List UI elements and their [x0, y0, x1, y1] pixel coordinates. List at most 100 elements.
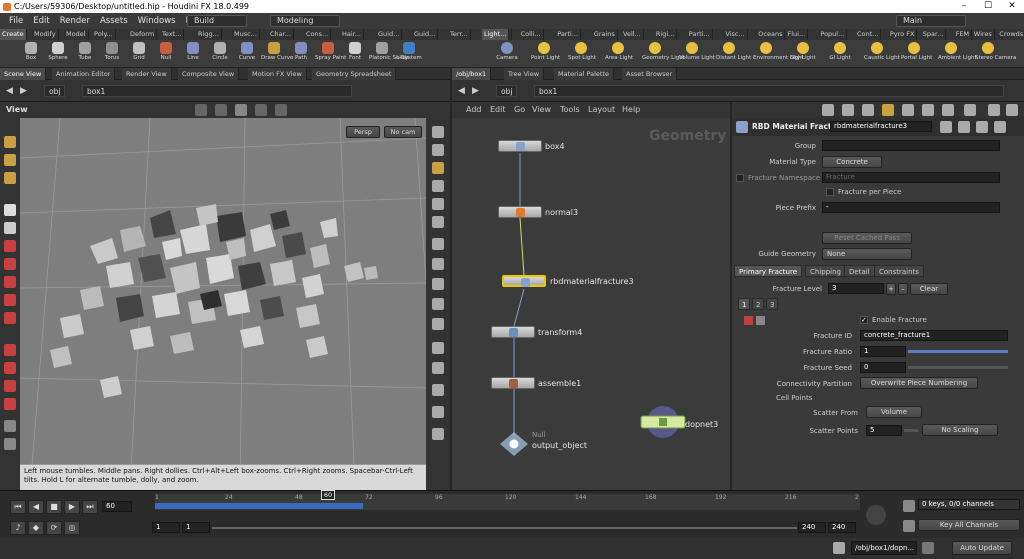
search-icon[interactable] — [988, 104, 1000, 116]
tool-spray-paint-button[interactable]: Spray Paint — [315, 42, 346, 68]
shelf-tab-right-10[interactable]: Popul... — [818, 29, 848, 40]
gear-icon[interactable] — [940, 121, 952, 133]
forward-arrow-icon[interactable]: ▶ — [472, 86, 479, 96]
scale-icon[interactable] — [4, 276, 16, 288]
back-arrow-icon[interactable]: ◀ — [458, 86, 465, 96]
shelf-tab-13[interactable]: Terr... — [448, 29, 471, 40]
menu-render[interactable]: Render — [55, 16, 95, 26]
grid-icon[interactable] — [432, 384, 444, 396]
ghost-icon[interactable] — [432, 180, 444, 192]
audio-icon[interactable]: ♪ — [10, 521, 26, 535]
search-parm-icon[interactable] — [976, 121, 988, 133]
shelf-tab-0[interactable]: Create — [0, 29, 27, 40]
network-pane-tab-1[interactable]: Tree View — [504, 68, 545, 80]
main-desktop-selector[interactable]: Main — [896, 15, 966, 27]
shelf-tab-12[interactable]: Guid... — [412, 29, 439, 40]
camera-view-icon[interactable] — [432, 362, 444, 374]
shelf-tab-right-7[interactable]: Visc... — [723, 29, 748, 40]
back-arrow-icon[interactable]: ◀ — [6, 86, 13, 96]
keys-icon[interactable] — [903, 500, 915, 512]
render-icon[interactable] — [275, 104, 287, 116]
chat-icon[interactable] — [833, 542, 845, 554]
jump-end-icon[interactable]: ⏭ — [82, 500, 98, 514]
tool-environment-light-button[interactable]: Environment Light — [753, 42, 804, 68]
tool-null-button[interactable]: Null — [153, 42, 179, 68]
node-transform[interactable] — [491, 326, 535, 338]
tab-detail[interactable]: Detail — [844, 265, 875, 277]
global-icon[interactable]: ◎ — [64, 521, 80, 535]
point-icon[interactable] — [432, 238, 444, 250]
pane-tab-5[interactable]: Geometry Spreadsheet — [312, 68, 397, 80]
tool-path-button[interactable]: Path — [288, 42, 314, 68]
node-box[interactable] — [498, 140, 542, 152]
level-tab-2[interactable]: 2 — [752, 298, 765, 310]
range-end-field-2[interactable]: 240 — [828, 522, 856, 533]
timeline-ruler[interactable]: 60 1 24 48 72 96 120 144 168 192 216 2 — [155, 490, 860, 510]
shelf-tab-right-5[interactable]: Rigi... — [654, 29, 678, 40]
view-icon[interactable] — [4, 172, 16, 184]
network-pane-tab-0[interactable]: /obj/box1 — [452, 68, 492, 80]
shelf-tab-right-12[interactable]: Pyro FX — [888, 29, 918, 40]
fracture-namespace-field[interactable]: Fracture — [822, 172, 1000, 183]
scatter-points-slider[interactable] — [904, 429, 918, 432]
magnet-icon[interactable] — [4, 398, 16, 410]
knob-icon[interactable] — [866, 505, 886, 525]
current-frame-marker[interactable]: 60 — [321, 490, 335, 500]
handle-tool-icon[interactable] — [4, 294, 16, 306]
abc-icon[interactable] — [432, 428, 444, 440]
shelf-tab-right-14[interactable]: FEM — [954, 29, 973, 40]
flag-icon[interactable] — [882, 104, 894, 116]
tool-stereo-camera-button[interactable]: Stereo Camera — [975, 42, 1016, 68]
tool-gi-light-button[interactable]: GI Light — [827, 42, 853, 68]
tool-sphere-button[interactable]: Sphere — [45, 42, 71, 68]
vertex-icon[interactable] — [432, 258, 444, 270]
pane-tab-1[interactable]: Animation Editor — [52, 68, 116, 80]
network-menu-view[interactable]: View — [532, 105, 551, 114]
number-icon[interactable] — [432, 298, 444, 310]
shelf-tab-5[interactable]: Text... — [160, 29, 185, 40]
tool-curve-button[interactable]: Curve — [234, 42, 260, 68]
step-back-icon[interactable]: ◀ — [28, 500, 44, 514]
light-icon[interactable] — [432, 144, 444, 156]
shelf-tab-right-6[interactable]: Parti... — [687, 29, 713, 40]
shelf-tab-9[interactable]: Cons... — [304, 29, 332, 40]
shelf-tab-11[interactable]: Guid... — [376, 29, 403, 40]
tool-distant-light-button[interactable]: Distant Light — [716, 42, 751, 68]
breadcrumb-obj[interactable]: obj — [44, 85, 66, 97]
fracture-id-field[interactable]: concrete_fracture1 — [860, 330, 1008, 341]
shelf-tab-right-15[interactable]: Wires — [972, 29, 995, 40]
add-level-button[interactable]: + — [886, 283, 896, 295]
flipbook-icon[interactable] — [4, 438, 16, 450]
breadcrumb-geo[interactable]: box1 — [82, 85, 352, 97]
remove-level-button[interactable]: – — [898, 283, 908, 295]
network-menu-help[interactable]: Help — [622, 105, 640, 114]
build-selector[interactable]: Build — [187, 15, 247, 27]
network-menu-tools[interactable]: Tools — [560, 105, 580, 114]
fracture-namespace-checkbox[interactable] — [736, 174, 744, 182]
play-icon[interactable]: ▶ — [64, 500, 80, 514]
network-menu-add[interactable]: Add — [466, 105, 482, 114]
tool-caustic-light-button[interactable]: Caustic Light — [864, 42, 900, 68]
tool-tube-button[interactable]: Tube — [72, 42, 98, 68]
cook-icon[interactable] — [922, 542, 934, 554]
transform-icon[interactable] — [4, 240, 16, 252]
maximize-icon[interactable]: ☐ — [976, 0, 1000, 13]
network-pane-tab-2[interactable]: Material Palette — [554, 68, 614, 80]
frame-field[interactable]: 60 — [102, 501, 132, 512]
info-parm-icon[interactable] — [994, 121, 1006, 133]
shading-icon[interactable] — [432, 126, 444, 138]
lightbulb-icon[interactable] — [432, 162, 444, 174]
pose-tool-icon[interactable] — [4, 312, 16, 324]
shelf-tab-4[interactable]: Deform — [128, 29, 158, 40]
camera-button[interactable]: No cam — [384, 126, 422, 138]
tool-camera-button[interactable]: Camera — [494, 42, 520, 68]
fracture-seed-slider[interactable] — [908, 366, 1008, 369]
tool-spot-light-button[interactable]: Spot Light — [568, 42, 596, 68]
shelf-tab-10[interactable]: Hair... — [340, 29, 364, 40]
fracture-seed-field[interactable]: 0 — [860, 362, 906, 373]
menu-windows[interactable]: Windows — [133, 16, 181, 26]
uv-icon[interactable] — [432, 342, 444, 354]
tool-font-button[interactable]: Font — [342, 42, 368, 68]
network-pane-tab-3[interactable]: Asset Browser — [622, 68, 678, 80]
null-node-icon[interactable] — [498, 430, 530, 458]
